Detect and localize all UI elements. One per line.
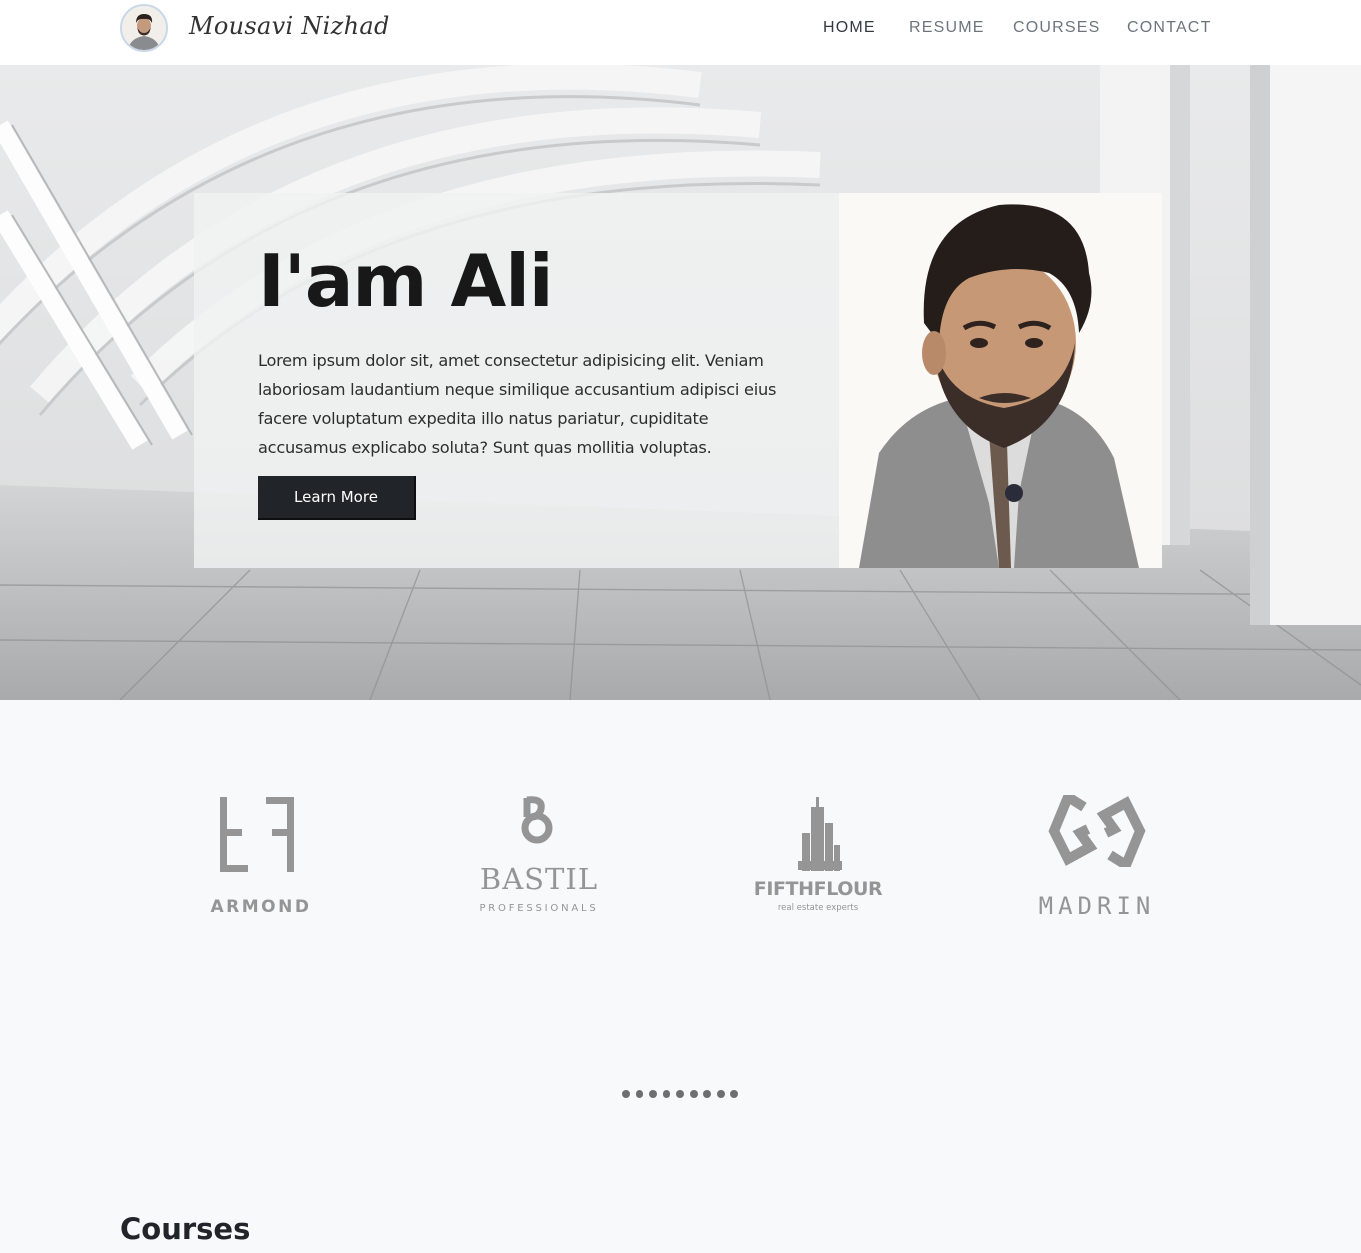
profile-photo — [839, 193, 1162, 568]
learn-more-button[interactable]: Learn More — [258, 476, 416, 520]
site-header: Mousavi Nizhad HOME RESUME COURSES CONTA… — [0, 0, 1361, 65]
carousel-pagination — [622, 1090, 739, 1098]
carousel-dot[interactable] — [676, 1090, 684, 1098]
partner-logo-bastil[interactable]: BASTIL PROFESSIONALS — [475, 795, 603, 920]
partner-name: MADRIN — [1038, 892, 1156, 920]
partner-logo-madrin[interactable]: MADRIN — [1028, 789, 1166, 920]
madrin-mark-icon — [1048, 789, 1146, 873]
hero-title: I'am Ali — [258, 239, 554, 323]
hero-section: I'am Ali Lorem ipsum dolor sit, amet con… — [0, 65, 1361, 700]
carousel-dot[interactable] — [635, 1090, 644, 1098]
brand-name[interactable]: Mousavi Nizhad — [189, 12, 390, 40]
nav-home[interactable]: HOME — [823, 19, 876, 37]
partner-tagline: PROFESSIONALS — [479, 903, 599, 914]
carousel-dot[interactable] — [703, 1090, 712, 1098]
carousel-dot[interactable] — [649, 1090, 657, 1098]
avatar[interactable] — [120, 4, 168, 52]
partner-name: ARMOND — [210, 897, 312, 917]
bastil-mark-icon — [521, 796, 553, 844]
partner-tagline: real estate experts — [777, 903, 859, 913]
carousel-dot[interactable] — [716, 1090, 725, 1098]
nav-resume[interactable]: RESUME — [909, 19, 985, 37]
carousel-dot[interactable] — [689, 1090, 698, 1098]
armond-mark-icon — [220, 797, 294, 872]
partner-name: BASTIL — [479, 862, 599, 896]
partner-logo-fifthflour[interactable]: FIFTHFLOUR real estate experts — [752, 795, 884, 920]
courses-heading: Courses — [120, 1212, 251, 1246]
building-icon — [798, 797, 842, 871]
nav-courses[interactable]: COURSES — [1013, 19, 1101, 37]
profile-avatar-icon — [122, 6, 166, 50]
carousel-dot[interactable] — [622, 1090, 630, 1098]
carousel-dot[interactable] — [730, 1090, 739, 1098]
partner-name: FIFTHFLOUR — [753, 878, 883, 900]
person-portrait-icon — [839, 193, 1162, 568]
nav-contact[interactable]: CONTACT — [1127, 19, 1212, 37]
hero-description: Lorem ipsum dolor sit, amet consectetur … — [258, 351, 777, 457]
carousel-dot[interactable] — [662, 1090, 671, 1098]
partner-logo-armond[interactable]: ARMOND — [206, 795, 316, 920]
